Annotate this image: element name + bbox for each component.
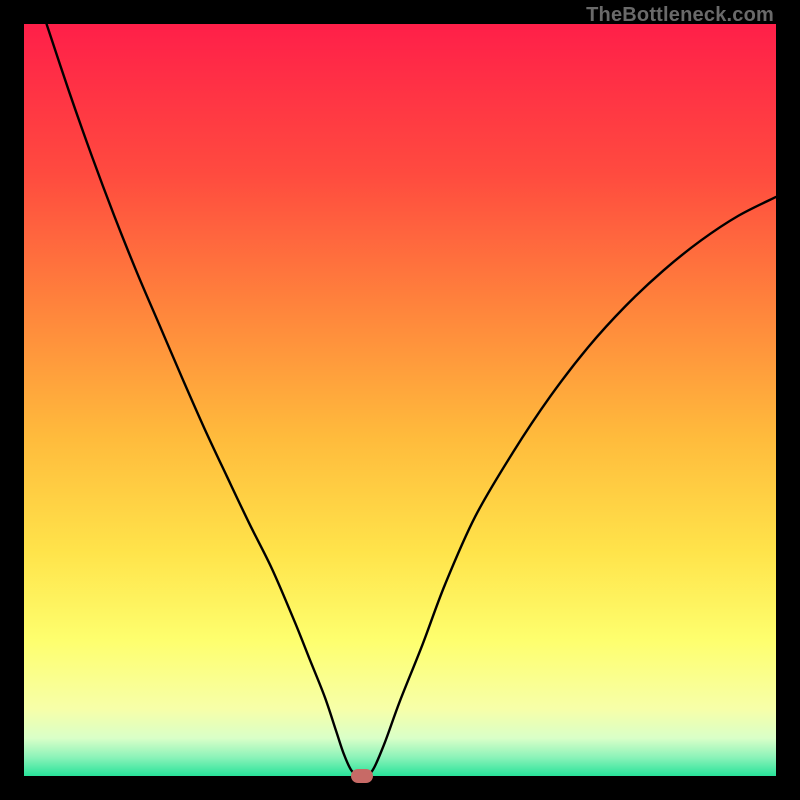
figure-canvas: TheBottleneck.com <box>0 0 800 800</box>
bottleneck-curve <box>24 24 776 776</box>
optimal-point-marker <box>351 769 373 783</box>
plot-area <box>24 24 776 776</box>
